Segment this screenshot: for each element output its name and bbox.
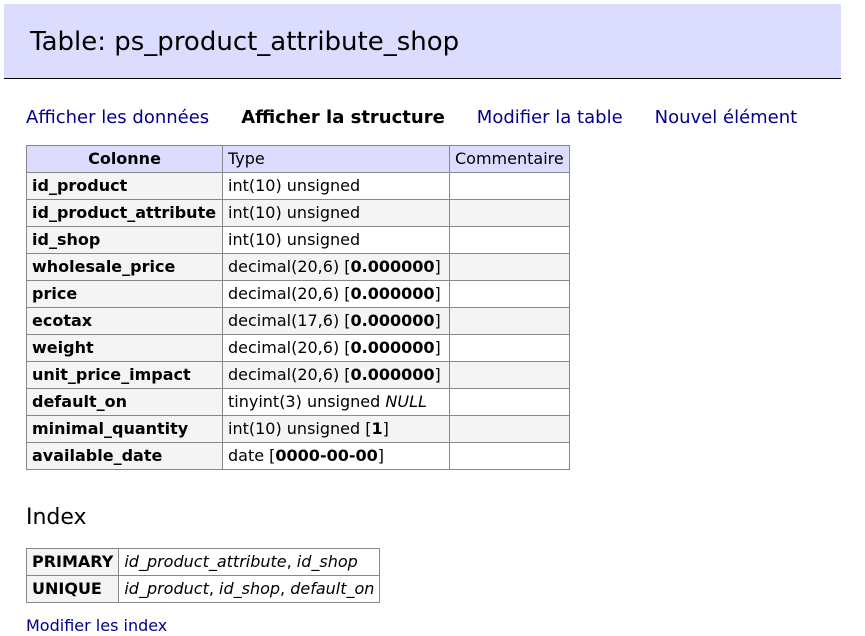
page-header: Table: ps_product_attribute_shop — [4, 4, 841, 79]
column-name-cell: wholesale_price — [26, 253, 223, 281]
index-heading: Index — [26, 505, 87, 530]
column-comment-cell — [449, 199, 570, 227]
default-value: 0.000000 — [350, 365, 435, 384]
column-name-cell: ecotax — [26, 307, 223, 335]
column-comment-cell — [449, 226, 570, 254]
default-value: 0.000000 — [350, 311, 435, 330]
default-value: 0.000000 — [350, 257, 435, 276]
type-text: tinyint(3) unsigned — [228, 392, 381, 411]
column-type-cell: decimal(20,6) [0.000000] — [222, 361, 450, 389]
column-type-cell: tinyint(3) unsigned NULL — [222, 388, 450, 416]
column-name-cell: minimal_quantity — [26, 415, 223, 443]
column-comment-cell — [449, 388, 570, 416]
show-structure-link[interactable]: Afficher la structure — [241, 107, 445, 128]
type-text: int(10) unsigned — [228, 230, 361, 249]
alter-table-link[interactable]: Modifier la table — [477, 107, 623, 128]
column-comment-cell — [449, 253, 570, 281]
table-row: id_product_attribute int(10) unsigned — [26, 199, 570, 227]
column-name-cell: id_product — [26, 172, 223, 200]
index-column-name: default_on — [290, 579, 375, 598]
type-text: int(10) unsigned — [228, 203, 361, 222]
new-item-link[interactable]: Nouvel élément — [655, 107, 798, 128]
action-links: Afficher les données Afficher la structu… — [26, 104, 829, 130]
type-text: decimal(20,6) — [228, 365, 340, 384]
default-value: 0000-00-00 — [275, 446, 378, 465]
index-column-name: id_shop — [296, 552, 358, 571]
column-type-cell: int(10) unsigned — [222, 172, 450, 200]
page-title: Table: ps_product_attribute_shop — [30, 27, 460, 57]
index-column-name: id_product_attribute — [124, 552, 287, 571]
type-text: int(10) unsigned — [228, 419, 361, 438]
table-row: available_date date [0000-00-00] — [26, 442, 570, 470]
type-text: decimal(20,6) — [228, 284, 340, 303]
column-name-cell: default_on — [26, 388, 223, 416]
column-comment-cell — [449, 442, 570, 470]
type-text: int(10) unsigned — [228, 176, 361, 195]
index-type-cell: UNIQUE — [25, 575, 120, 603]
index-column-name: id_product — [124, 579, 209, 598]
column-comment-cell — [449, 172, 570, 200]
column-type-cell: decimal(20,6) [0.000000] — [222, 253, 450, 281]
column-type-cell: int(10) unsigned [1] — [222, 415, 450, 443]
index-row: UNIQUE id_product, id_shop, default_on — [25, 575, 381, 603]
table-row: wholesale_price decimal(20,6) [0.000000] — [26, 253, 570, 281]
column-header-name: Colonne — [26, 145, 223, 173]
index-table: PRIMARY id_product_attribute, id_shop UNIQ… — [25, 548, 381, 603]
column-name-cell: unit_price_impact — [26, 361, 223, 389]
column-name-cell: id_shop — [26, 226, 223, 254]
table-row: price decimal(20,6) [0.000000] — [26, 280, 570, 308]
column-type-cell: int(10) unsigned — [222, 199, 450, 227]
column-type-cell: decimal(20,6) [0.000000] — [222, 334, 450, 362]
column-header-type: Type — [222, 145, 450, 173]
alter-indexes-link[interactable]: Modifier les index — [26, 616, 167, 636]
table-row: ecotax decimal(17,6) [0.000000] — [26, 307, 570, 335]
column-name-cell: available_date — [26, 442, 223, 470]
column-comment-cell — [449, 361, 570, 389]
column-comment-cell — [449, 280, 570, 308]
table-row: weight decimal(20,6) [0.000000] — [26, 334, 570, 362]
column-comment-cell — [449, 334, 570, 362]
default-value: 0.000000 — [350, 284, 435, 303]
default-value: 1 — [371, 419, 383, 438]
table-row: unit_price_impact decimal(20,6) [0.000000… — [26, 361, 570, 389]
nullable-label: NULL — [385, 392, 427, 411]
type-text: decimal(17,6) — [228, 311, 340, 330]
table-row: id_shop int(10) unsigned — [26, 226, 570, 254]
table-row: default_on tinyint(3) unsigned NULL — [26, 388, 570, 416]
column-name-cell: price — [26, 280, 223, 308]
column-header-comment: Commentaire — [449, 145, 570, 173]
column-type-cell: int(10) unsigned — [222, 226, 450, 254]
column-comment-cell — [449, 415, 570, 443]
type-text: decimal(20,6) — [228, 257, 340, 276]
index-column-name: id_shop — [219, 579, 281, 598]
column-type-cell: decimal(20,6) [0.000000] — [222, 280, 450, 308]
structure-table: Colonne Type Commentaire id_product int(1… — [26, 145, 570, 470]
column-name-cell: weight — [26, 334, 223, 362]
type-text: date — [228, 446, 265, 465]
index-columns-cell: id_product_attribute, id_shop — [118, 548, 381, 576]
show-data-link[interactable]: Afficher les données — [26, 107, 209, 128]
index-row: PRIMARY id_product_attribute, id_shop — [25, 548, 381, 576]
type-text: decimal(20,6) — [228, 338, 340, 357]
default-value: 0.000000 — [350, 338, 435, 357]
index-columns-cell: id_product, id_shop, default_on — [118, 575, 381, 603]
column-type-cell: decimal(17,6) [0.000000] — [222, 307, 450, 335]
column-comment-cell — [449, 307, 570, 335]
column-type-cell: date [0000-00-00] — [222, 442, 450, 470]
table-row: minimal_quantity int(10) unsigned [1] — [26, 415, 570, 443]
index-type-cell: PRIMARY — [25, 548, 120, 576]
column-name-cell: id_product_attribute — [26, 199, 223, 227]
table-row: id_product int(10) unsigned — [26, 172, 570, 200]
